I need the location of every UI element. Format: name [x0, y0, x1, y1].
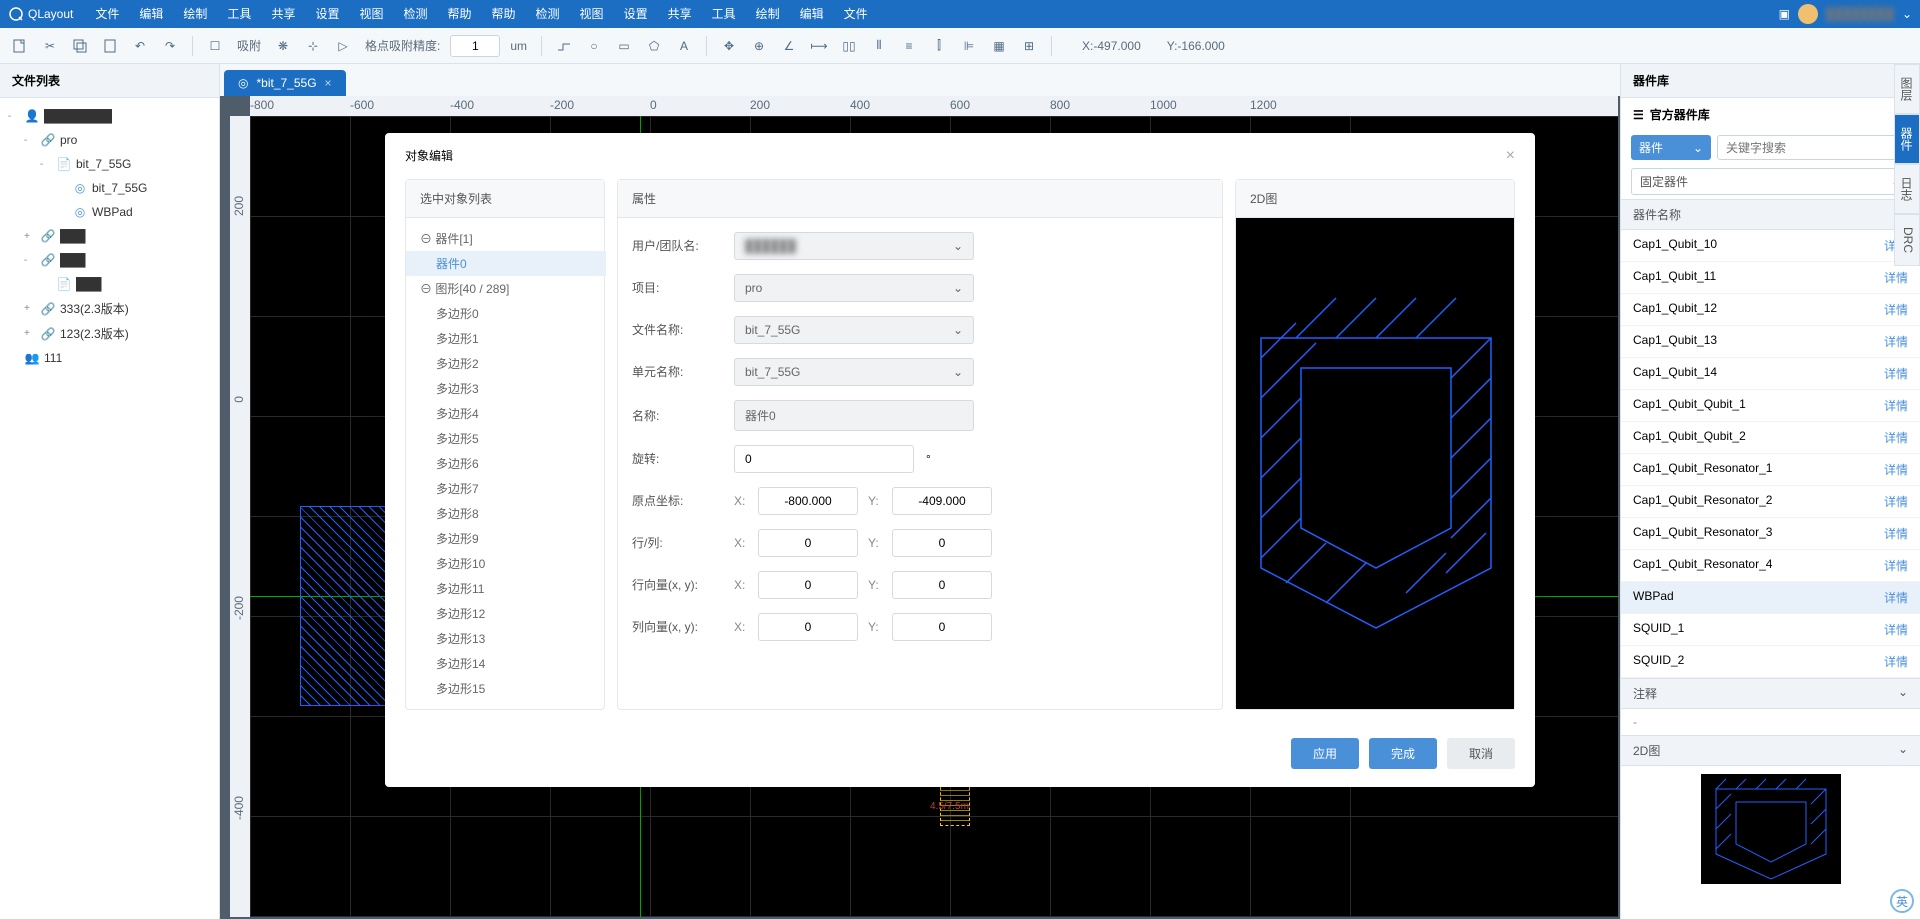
- obj-item[interactable]: 多边形4: [406, 401, 606, 426]
- prop-origin-label: 原点坐标:: [632, 492, 722, 509]
- obj-item[interactable]: 多边形9: [406, 526, 606, 551]
- prop-rotate-label: 旋转:: [632, 450, 722, 467]
- rowvec-y-input[interactable]: [892, 571, 992, 599]
- preview-header: 2D图: [1236, 180, 1514, 218]
- obj-item[interactable]: 多边形8: [406, 501, 606, 526]
- obj-item[interactable]: 多边形6: [406, 451, 606, 476]
- apply-button[interactable]: 应用: [1291, 738, 1359, 769]
- prop-unit-label: 单元名称:: [632, 363, 722, 380]
- obj-item[interactable]: 多边形10: [406, 551, 606, 576]
- chevron-down-icon: ⌄: [953, 323, 963, 337]
- modal-close-icon[interactable]: ×: [1506, 147, 1515, 165]
- prop-rowcol-label: 行/列:: [632, 534, 722, 551]
- obj-group[interactable]: ⊖ 图形[40 / 289]: [406, 276, 606, 301]
- origin-y-input[interactable]: [892, 487, 992, 515]
- chevron-down-icon: ⌄: [953, 365, 963, 379]
- prop-user-label: 用户/团队名:: [632, 237, 722, 254]
- object-list-header: 选中对象列表: [406, 180, 604, 218]
- prop-unit-dropdown[interactable]: bit_7_55G⌄: [734, 358, 974, 386]
- object-list-panel: 选中对象列表 ⊖ 器件[1]器件0⊖ 图形[40 / 289]多边形0多边形1多…: [405, 179, 605, 710]
- obj-item[interactable]: 器件0: [406, 251, 606, 276]
- modal-overlay: 对象编辑 × 选中对象列表 ⊖ 器件[1]器件0⊖ 图形[40 / 289]多边…: [0, 0, 1920, 919]
- colvec-x-input[interactable]: [758, 613, 858, 641]
- rowvec-x-input[interactable]: [758, 571, 858, 599]
- obj-group[interactable]: ⊖ 器件[1]: [406, 226, 606, 251]
- prop-rowvec-label: 行向量(x, y):: [632, 576, 722, 593]
- prop-name-field: 器件0: [734, 400, 974, 431]
- obj-item[interactable]: 多边形3: [406, 376, 606, 401]
- prop-rotate-input[interactable]: [734, 445, 914, 473]
- object-edit-modal: 对象编辑 × 选中对象列表 ⊖ 器件[1]器件0⊖ 图形[40 / 289]多边…: [385, 133, 1535, 787]
- preview-canvas: [1236, 218, 1514, 709]
- origin-x-input[interactable]: [758, 487, 858, 515]
- properties-panel: 属性 用户/团队名: ██████⌄ 项目: pro⌄ 文件名称: bit_7_55G…: [617, 179, 1223, 710]
- colvec-y-input[interactable]: [892, 613, 992, 641]
- obj-item[interactable]: 多边形13: [406, 626, 606, 651]
- obj-item[interactable]: 多边形5: [406, 426, 606, 451]
- prop-name-label: 名称:: [632, 407, 722, 424]
- rowcol-x-input[interactable]: [758, 529, 858, 557]
- prop-file-dropdown[interactable]: bit_7_55G⌄: [734, 316, 974, 344]
- chevron-down-icon: ⌄: [953, 281, 963, 295]
- obj-item[interactable]: 多边形14: [406, 651, 606, 676]
- obj-item[interactable]: 多边形1: [406, 326, 606, 351]
- obj-item[interactable]: 多边形2: [406, 351, 606, 376]
- chevron-down-icon: ⌄: [953, 239, 963, 253]
- prop-colvec-label: 列向量(x, y):: [632, 618, 722, 635]
- object-list: ⊖ 器件[1]器件0⊖ 图形[40 / 289]多边形0多边形1多边形2多边形3…: [406, 218, 606, 709]
- obj-item[interactable]: 多边形15: [406, 676, 606, 701]
- modal-title: 对象编辑: [405, 147, 453, 164]
- obj-item[interactable]: 多边形11: [406, 576, 606, 601]
- prop-file-label: 文件名称:: [632, 321, 722, 338]
- ok-button[interactable]: 完成: [1369, 738, 1437, 769]
- properties-header: 属性: [618, 180, 1222, 218]
- obj-item[interactable]: 多边形12: [406, 601, 606, 626]
- obj-item[interactable]: 多边形7: [406, 476, 606, 501]
- rotate-unit: °: [926, 452, 931, 466]
- obj-item[interactable]: 多边形0: [406, 301, 606, 326]
- cancel-button[interactable]: 取消: [1447, 738, 1515, 769]
- prop-user-dropdown[interactable]: ██████⌄: [734, 232, 974, 260]
- preview-panel: 2D图: [1235, 179, 1515, 710]
- rowcol-y-input[interactable]: [892, 529, 992, 557]
- prop-project-label: 项目:: [632, 279, 722, 296]
- prop-project-dropdown[interactable]: pro⌄: [734, 274, 974, 302]
